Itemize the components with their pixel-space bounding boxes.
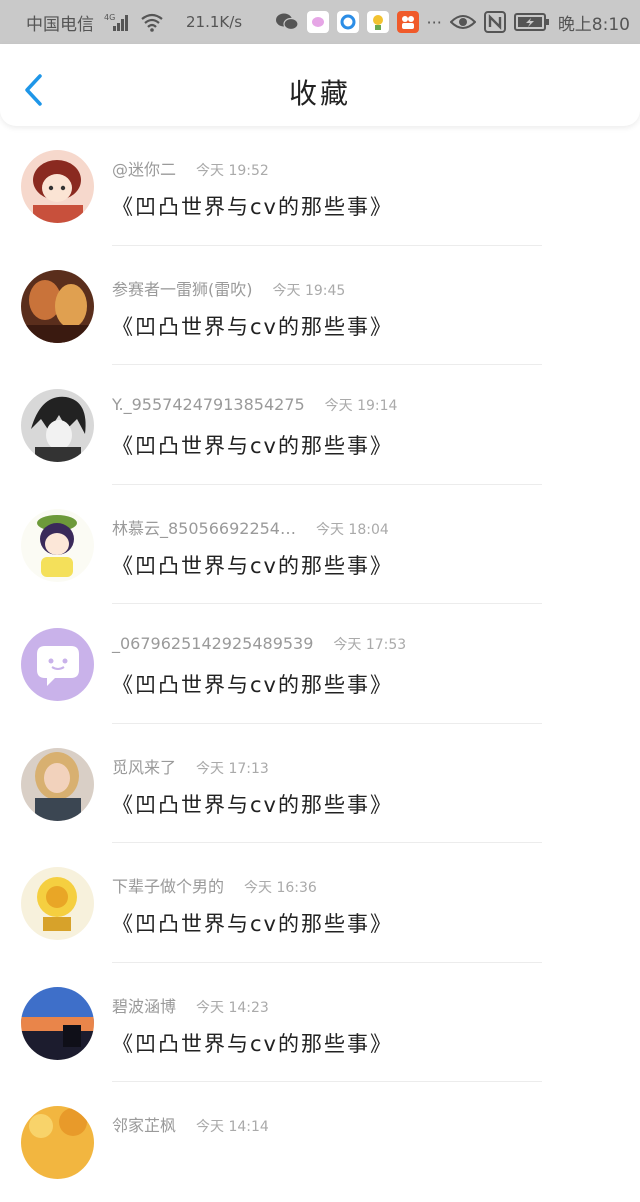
avatar[interactable] [21, 1106, 94, 1179]
list-item[interactable]: 觅风来了 今天 17:13 《凹凸世界与cv的那些事》 [0, 724, 640, 843]
clock-label: 晚上8:10 [557, 14, 630, 35]
item-author: 林慕云_85056692254… [112, 518, 296, 538]
item-author: 参赛者一雷狮(雷吹) [112, 279, 253, 299]
list-item[interactable]: @迷你二 今天 19:52 《凹凸世界与cv的那些事》 [0, 126, 640, 246]
xiaohongshu-icon [396, 11, 419, 33]
item-time: 今天 18:04 [315, 521, 389, 538]
carrier-label: 中国电信 [26, 14, 94, 35]
avatar[interactable] [21, 389, 94, 462]
avatar[interactable] [21, 269, 94, 343]
item-author: 邻家芷枫 [112, 1116, 177, 1135]
item-author: 碧波涵博 [112, 996, 177, 1016]
avatar[interactable] [21, 628, 94, 701]
list-item[interactable]: 下辈子做个男的 今天 16:36 《凹凸世界与cv的那些事》 [0, 843, 640, 963]
avatar[interactable] [21, 508, 94, 582]
avatar[interactable] [21, 986, 94, 1060]
network-speed-label: 21.1K/s [186, 13, 243, 31]
item-time: 今天 16:36 [244, 880, 317, 896]
eye-icon [449, 13, 476, 31]
wifi-icon [140, 12, 164, 32]
page-title: 收藏 [288, 77, 351, 110]
item-author: 下辈子做个男的 [112, 877, 225, 896]
wechat-icon [275, 12, 299, 32]
avatar[interactable] [21, 150, 94, 223]
list-item[interactable]: 参赛者一雷狮(雷吹) 今天 19:45 《凹凸世界与cv的那些事》 [0, 246, 640, 365]
avatar[interactable] [21, 867, 94, 940]
item-content: 《凹凸世界与cv的那些事》 [112, 912, 393, 936]
item-time: 今天 17:53 [333, 637, 407, 653]
list-item[interactable]: Y._95574247913854275 今天 19:14 《凹凸世界与cv的那些… [0, 365, 640, 485]
qq-browser-icon [336, 11, 359, 33]
nfc-icon [483, 11, 506, 33]
signal-icon: 4G [104, 12, 130, 32]
item-content: 《凹凸世界与cv的那些事》 [112, 314, 393, 339]
top-bar: 收藏 [0, 44, 640, 126]
status-bar: 中国电信 4G 21.1K/s ··· 晚上8:10 [0, 0, 640, 44]
app-icon [366, 11, 389, 33]
item-time: 今天 17:13 [196, 760, 269, 777]
item-author: _0679625142925489539 [112, 634, 314, 653]
avatar[interactable] [21, 747, 94, 821]
item-time: 今天 14:23 [196, 999, 269, 1016]
item-content: 《凹凸世界与cv的那些事》 [112, 195, 393, 219]
app-icon [306, 11, 329, 33]
item-content: 《凹凸世界与cv的那些事》 [112, 434, 393, 458]
list-item[interactable]: 邻家芷枫 今天 14:14 [0, 1082, 640, 1202]
favorites-list: @迷你二 今天 19:52 《凹凸世界与cv的那些事》 参赛者一雷狮(雷吹) 今天 … [0, 126, 640, 1202]
item-time: 今天 14:14 [196, 1119, 269, 1135]
list-item[interactable]: _0679625142925489539 今天 17:53 《凹凸世界与cv的那些… [0, 604, 640, 724]
item-content: 《凹凸世界与cv的那些事》 [112, 673, 393, 697]
item-author: Y._95574247913854275 [112, 395, 305, 414]
network-type-label: 4G [104, 13, 115, 22]
item-content: 《凹凸世界与cv的那些事》 [112, 553, 393, 578]
battery-icon [513, 12, 550, 32]
item-content: 《凹凸世界与cv的那些事》 [112, 1031, 393, 1056]
item-time: 今天 19:45 [272, 282, 346, 299]
more-notifications-icon: ··· [426, 12, 442, 32]
list-item[interactable]: 林慕云_85056692254… 今天 18:04 《凹凸世界与cv的那些事》 [0, 485, 640, 604]
item-time: 今天 19:52 [196, 163, 269, 179]
item-content: 《凹凸世界与cv的那些事》 [112, 792, 393, 817]
item-time: 今天 19:14 [324, 398, 398, 414]
item-author: 觅风来了 [112, 757, 177, 777]
item-author: @迷你二 [112, 160, 177, 179]
list-item[interactable]: 碧波涵博 今天 14:23 《凹凸世界与cv的那些事》 [0, 963, 640, 1082]
